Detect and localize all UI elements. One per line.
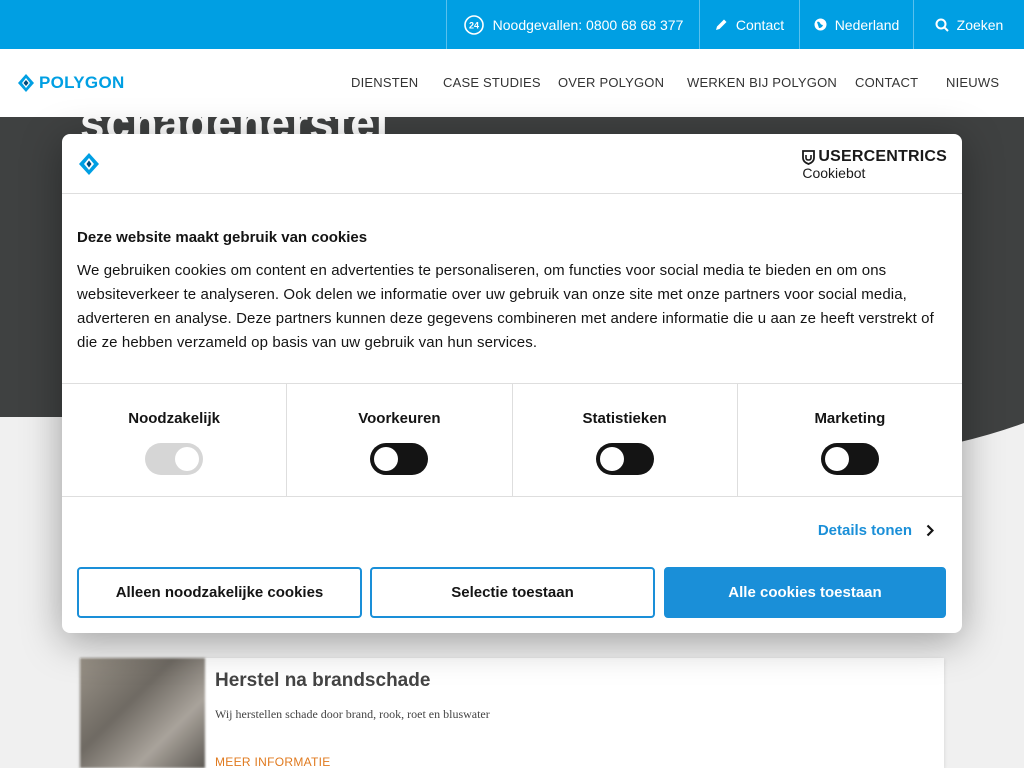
category-label: Statistieken bbox=[582, 410, 667, 427]
nav-item-contact[interactable]: CONTACT bbox=[855, 75, 918, 90]
category-marketing: Marketing bbox=[738, 384, 962, 496]
nav-item-case-studies[interactable]: CASE STUDIES bbox=[443, 75, 541, 90]
dialog-title: Deze website maakt gebruik van cookies bbox=[77, 229, 368, 246]
category-label: Noodzakelijk bbox=[128, 410, 220, 427]
details-label: Details tonen bbox=[817, 522, 912, 539]
category-noodzakelijk: Noodzakelijk bbox=[62, 384, 288, 496]
dialog-header: USERCENTRICS Cookiebot bbox=[62, 134, 962, 194]
clock-24h-icon: 24 bbox=[463, 14, 484, 35]
toggle-knob bbox=[599, 447, 624, 471]
nav-item-diensten[interactable]: DIENSTEN bbox=[351, 75, 418, 90]
dialog-body: Deze website maakt gebruik van cookies W… bbox=[77, 229, 947, 355]
polygon-small-logo-icon bbox=[79, 153, 99, 175]
usercentrics-label: USERCENTRICS bbox=[818, 148, 947, 165]
dialog-description: We gebruiken cookies om content en adver… bbox=[77, 262, 934, 351]
svg-text:24: 24 bbox=[469, 20, 479, 30]
allow-all-cookies-button[interactable]: Alle cookies toestaan bbox=[664, 567, 946, 618]
shield-icon bbox=[802, 149, 816, 165]
category-statistieken: Statistieken bbox=[513, 384, 738, 496]
pencil-icon bbox=[715, 19, 727, 30]
toggle-knob bbox=[824, 447, 849, 471]
cookie-consent-dialog: USERCENTRICS Cookiebot Deze website maak… bbox=[62, 134, 962, 633]
top-contact-link[interactable]: Contact bbox=[699, 0, 799, 49]
language-selector[interactable]: Nederland bbox=[799, 0, 913, 49]
toggle-noodzakelijk bbox=[145, 443, 204, 475]
nav-item-nieuws[interactable]: NIEUWS bbox=[946, 75, 999, 90]
nav-item-over-polygon[interactable]: OVER POLYGON bbox=[558, 75, 664, 90]
globe-icon bbox=[814, 18, 827, 31]
category-voorkeuren: Voorkeuren bbox=[287, 384, 513, 496]
service-card-title: Herstel na brandschade bbox=[215, 670, 431, 691]
language-label: Nederland bbox=[834, 16, 900, 33]
nav-item-werken-bij-polygon[interactable]: WERKEN BIJ POLYGON bbox=[687, 75, 837, 90]
search-link[interactable]: Zoeken bbox=[913, 0, 1024, 49]
toggle-statistieken[interactable] bbox=[595, 443, 654, 475]
search-icon bbox=[935, 18, 949, 32]
toggle-knob bbox=[374, 447, 399, 471]
polygon-logo[interactable]: POLYGON bbox=[16, 73, 125, 93]
category-label: Marketing bbox=[814, 410, 886, 427]
top-contact-label: Contact bbox=[735, 16, 785, 33]
toggle-marketing[interactable] bbox=[820, 443, 879, 475]
main-navbar: POLYGON DIENSTEN CASE STUDIES OVER POLYG… bbox=[0, 49, 1024, 117]
service-card[interactable]: Herstel na brandschade Wij herstellen sc… bbox=[80, 658, 944, 768]
emergency-label: Noodgevallen: 0800 68 68 377 bbox=[492, 16, 684, 33]
details-toggle-link[interactable]: Details tonen bbox=[818, 522, 934, 539]
top-utility-bar: 24 Noodgevallen: 0800 68 68 377 Contact … bbox=[0, 0, 1024, 49]
toggle-knob bbox=[175, 447, 200, 471]
brand-name: POLYGON bbox=[39, 73, 125, 92]
emergency-phone-link[interactable]: 24 Noodgevallen: 0800 68 68 377 bbox=[446, 0, 699, 49]
cookiebot-label: Cookiebot bbox=[802, 165, 866, 181]
service-card-more-link[interactable]: MEER INFORMATIE bbox=[215, 755, 331, 768]
category-label: Voorkeuren bbox=[358, 410, 441, 427]
search-label: Zoeken bbox=[956, 16, 1004, 33]
usercentrics-cookiebot-logo[interactable]: USERCENTRICS Cookiebot bbox=[802, 148, 947, 181]
cookie-category-toggles: Noodzakelijk Voorkeuren Statistieken Mar… bbox=[62, 383, 962, 497]
necessary-cookies-button[interactable]: Alleen noodzakelijke cookies bbox=[77, 567, 362, 618]
toggle-voorkeuren[interactable] bbox=[370, 443, 429, 475]
service-card-image bbox=[80, 658, 205, 768]
allow-selection-button[interactable]: Selectie toestaan bbox=[370, 567, 655, 618]
chevron-right-icon bbox=[926, 524, 934, 537]
polygon-logo-icon bbox=[18, 74, 34, 92]
service-card-description: Wij herstellen schade door brand, rook, … bbox=[215, 707, 490, 721]
